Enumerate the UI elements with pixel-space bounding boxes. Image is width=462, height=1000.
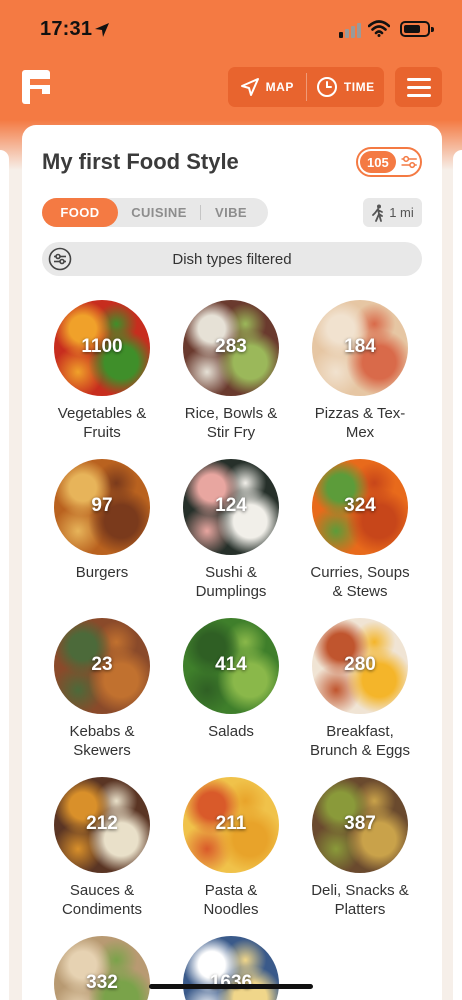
dish-type-image: 414 (183, 618, 279, 714)
dish-type-item[interactable]: 324 Curries, Soups & Stews (295, 459, 425, 601)
home-indicator (149, 984, 313, 989)
walking-person-icon (372, 204, 384, 222)
dish-count: 97 (91, 495, 113, 516)
dish-type-item[interactable]: 283 Rice, Bowls & Stir Fry (166, 300, 296, 442)
dish-type-image: 324 (312, 459, 408, 555)
signal-icon (339, 22, 361, 38)
dish-type-image: 387 (312, 777, 408, 873)
sliders-icon (401, 155, 417, 169)
dish-type-label: Rice, Bowls & Stir Fry (184, 405, 278, 441)
hamburger-menu-icon[interactable] (395, 67, 442, 107)
time-label: TIME (343, 80, 375, 94)
dish-type-image: 23 (54, 618, 150, 714)
dish-count: 1100 (81, 336, 123, 357)
clock-icon (316, 77, 337, 97)
distance-value: 1 mi (389, 205, 414, 220)
time-button[interactable]: TIME (307, 67, 385, 107)
filter-label: Dish types filtered (172, 251, 292, 268)
next-card-edge[interactable] (453, 150, 462, 1000)
dish-type-item[interactable]: 414 Salads (166, 618, 296, 741)
map-label: MAP (265, 80, 294, 94)
dish-type-image: 184 (312, 300, 408, 396)
dish-type-label: Vegetables & Fruits (57, 405, 147, 441)
app-logo-icon[interactable] (22, 70, 50, 104)
count-badge: 105 (360, 151, 396, 173)
dish-type-label: Pizzas & Tex- Mex (314, 405, 406, 441)
dish-count: 1636 (209, 972, 253, 993)
distance-button[interactable]: 1 mi (363, 198, 422, 227)
dish-count: 387 (344, 813, 376, 834)
dish-type-image: 97 (54, 459, 150, 555)
status-bar: 17:31 (0, 0, 462, 60)
dish-count: 211 (215, 813, 247, 834)
dish-count: 324 (344, 495, 376, 516)
battery-icon (400, 21, 434, 37)
dish-count: 124 (215, 495, 247, 516)
dish-type-image: 212 (54, 777, 150, 873)
tab-cuisine[interactable]: CUISINE (118, 198, 200, 227)
food-style-card: My first Food Style 105 FOOD CUISINE VIB… (22, 125, 442, 1000)
wifi-icon (368, 20, 390, 37)
dish-types-filter[interactable]: Dish types filtered (42, 242, 422, 276)
dish-type-label: Kebabs & Skewers (69, 723, 135, 759)
dish-type-item[interactable]: 332 (37, 936, 167, 1000)
dish-type-item[interactable]: 211 Pasta & Noodles (166, 777, 296, 919)
dish-count: 283 (215, 336, 247, 357)
dish-count: 23 (91, 654, 113, 675)
dish-type-item[interactable]: 280 Breakfast, Brunch & Eggs (295, 618, 425, 760)
tab-food[interactable]: FOOD (42, 198, 118, 227)
dish-type-item[interactable]: 184 Pizzas & Tex- Mex (295, 300, 425, 442)
dish-type-label: Pasta & Noodles (203, 882, 259, 918)
category-tabs: FOOD CUISINE VIBE (42, 198, 268, 227)
dish-type-image: 124 (183, 459, 279, 555)
dish-type-label: Curries, Soups & Stews (310, 564, 410, 600)
dish-type-label: Burgers (75, 564, 129, 581)
dish-count: 280 (344, 654, 376, 675)
dish-type-image: 1636 (183, 936, 279, 1000)
dish-count: 184 (344, 336, 376, 357)
navigation-arrow-icon (240, 78, 259, 96)
page-title: My first Food Style (42, 149, 239, 174)
dish-type-label: Deli, Snacks & Platters (311, 882, 409, 918)
dish-type-item[interactable]: 97 Burgers (37, 459, 167, 582)
dish-type-label: Sushi & Dumplings (195, 564, 267, 600)
map-button[interactable]: MAP (228, 67, 306, 107)
dish-type-image: 283 (183, 300, 279, 396)
dish-type-label: Breakfast, Brunch & Eggs (309, 723, 411, 759)
dish-type-image: 1100 (54, 300, 150, 396)
dish-count: 332 (86, 972, 118, 993)
dish-type-item[interactable]: 23 Kebabs & Skewers (37, 618, 167, 760)
dish-type-label: Salads (208, 723, 254, 740)
previous-card-edge[interactable] (0, 150, 9, 1000)
dish-type-item[interactable]: 212 Sauces & Condiments (37, 777, 167, 919)
dish-type-item[interactable]: 1100 Vegetables & Fruits (37, 300, 167, 442)
map-time-toggle: MAP TIME (228, 67, 384, 107)
dish-count: 212 (86, 813, 118, 834)
dish-type-image: 211 (183, 777, 279, 873)
status-time: 17:31 (40, 18, 93, 40)
dish-type-image: 332 (54, 936, 150, 1000)
dish-type-image: 280 (312, 618, 408, 714)
dish-type-item[interactable]: 387 Deli, Snacks & Platters (295, 777, 425, 919)
location-arrow-icon (95, 23, 109, 37)
dish-type-item[interactable]: 1636 (166, 936, 296, 1000)
tab-vibe[interactable]: VIBE (201, 198, 261, 227)
dish-type-label: Sauces & Condiments (61, 882, 143, 918)
dish-type-item[interactable]: 124 Sushi & Dumplings (166, 459, 296, 601)
dish-count: 414 (215, 654, 247, 675)
filter-count-button[interactable]: 105 (356, 147, 422, 177)
